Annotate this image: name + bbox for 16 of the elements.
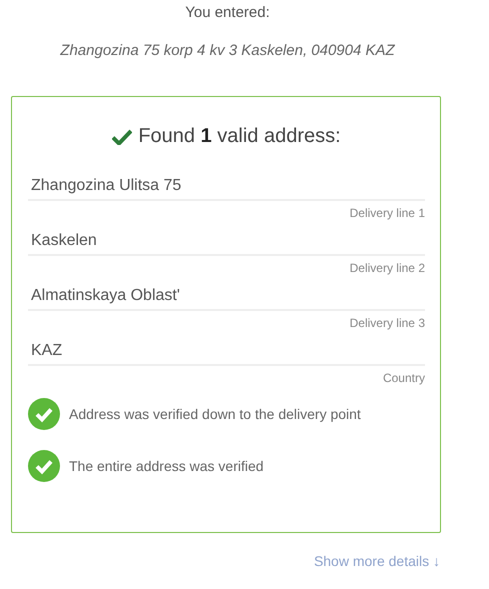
check-circle-icon bbox=[28, 450, 60, 482]
address-field[interactable]: Almatinskaya Oblast' bbox=[28, 286, 425, 311]
address-field[interactable]: Zhangozina Ulitsa 75 bbox=[28, 176, 425, 201]
field-label: Delivery line 3 bbox=[350, 316, 425, 332]
checkmark-icon bbox=[112, 128, 132, 144]
entered-address: Zhangozina 75 korp 4 kv 3 Kaskelen, 040904 KAZ bbox=[60, 42, 395, 59]
field-label: Delivery line 2 bbox=[350, 261, 425, 277]
verification-message: Address was verified down to the delivery point bbox=[69, 406, 361, 422]
check-circle-icon bbox=[28, 398, 60, 430]
field-label: Country bbox=[382, 371, 425, 387]
section-heading: You entered: bbox=[185, 4, 270, 21]
verification-message: The entire address was verified bbox=[69, 458, 264, 474]
address-field[interactable]: Kaskelen bbox=[28, 231, 425, 256]
field-label: Delivery line 1 bbox=[350, 206, 425, 222]
address-field[interactable]: KAZ bbox=[28, 341, 425, 366]
result-title: Found 1 valid address: bbox=[138, 125, 341, 148]
